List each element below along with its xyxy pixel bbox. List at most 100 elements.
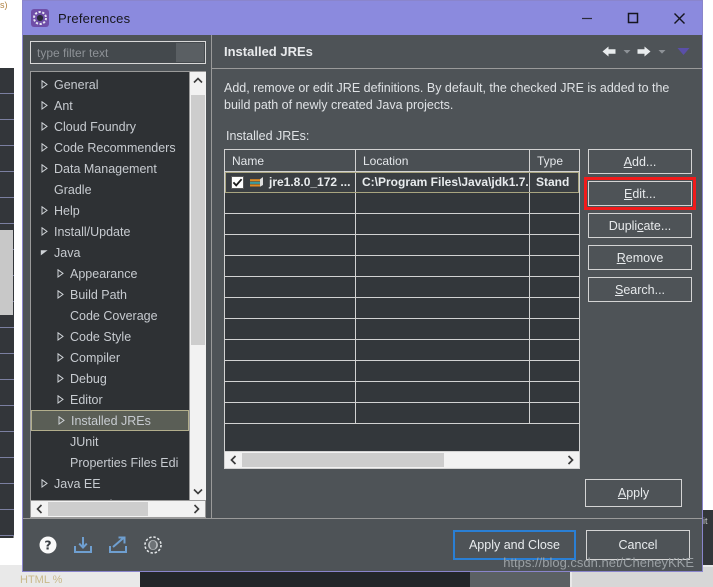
remove-button[interactable]: Remove xyxy=(588,245,692,270)
scroll-down-icon[interactable] xyxy=(189,483,206,500)
twisty-collapsed-icon[interactable] xyxy=(37,143,51,152)
twisty-collapsed-icon[interactable] xyxy=(37,227,51,236)
sidebar-item-installed-jres[interactable]: Installed JREs xyxy=(31,410,189,431)
forward-history-chevron-down-icon[interactable] xyxy=(656,42,667,62)
sidebar-item-label: Properties Files Edi xyxy=(70,455,179,470)
cell-location xyxy=(356,382,530,403)
tree-hscroll-track[interactable] xyxy=(48,501,188,517)
twisty-collapsed-icon[interactable] xyxy=(53,353,67,362)
bg-left-scrollbar xyxy=(0,230,13,315)
column-header-location[interactable]: Location xyxy=(356,150,530,172)
table-row-empty[interactable] xyxy=(225,382,579,403)
twisty-collapsed-icon[interactable] xyxy=(37,122,51,131)
table-row-empty[interactable] xyxy=(225,298,579,319)
sidebar-item-code-style[interactable]: Code Style xyxy=(31,326,189,347)
table-row-empty[interactable] xyxy=(225,193,579,214)
sidebar-item-general[interactable]: General xyxy=(31,74,189,95)
scroll-up-icon[interactable] xyxy=(189,72,206,89)
sidebar-item-data-management[interactable]: Data Management xyxy=(31,158,189,179)
scroll-left-icon[interactable] xyxy=(31,501,48,517)
twisty-collapsed-icon[interactable] xyxy=(53,374,67,383)
sidebar-item-appearance[interactable]: Appearance xyxy=(31,263,189,284)
twisty-collapsed-icon[interactable] xyxy=(37,479,51,488)
tree-hscroll-thumb[interactable] xyxy=(48,502,148,516)
table-scroll-right-icon[interactable] xyxy=(562,452,579,468)
sidebar-item-cloud-foundry[interactable]: Cloud Foundry xyxy=(31,116,189,137)
column-header-name[interactable]: Name xyxy=(225,150,356,172)
sidebar-item-build-path[interactable]: Build Path xyxy=(31,284,189,305)
twisty-collapsed-icon[interactable] xyxy=(54,416,68,425)
table-row[interactable]: jre1.8.0_172 ... C:\Program Files\Java\jd… xyxy=(225,172,579,193)
cell-location: C:\Program Files\Java\jdk1.7.0... xyxy=(356,172,530,193)
twisty-collapsed-icon[interactable] xyxy=(53,269,67,278)
row-checkbox[interactable] xyxy=(231,175,244,189)
sidebar-item-label: Install/Update xyxy=(54,224,131,239)
duplicate-button[interactable]: Duplicate... xyxy=(588,213,692,238)
tree-scroll-track[interactable] xyxy=(189,89,206,483)
minimize-button[interactable] xyxy=(564,1,610,35)
tree-vertical-scrollbar[interactable] xyxy=(189,72,206,500)
back-history-chevron-down-icon[interactable] xyxy=(621,42,632,62)
bg-bottom-tab-label: HTML % xyxy=(20,574,63,586)
close-button[interactable] xyxy=(656,1,702,35)
sidebar-item-help[interactable]: Help xyxy=(31,200,189,221)
twisty-collapsed-icon[interactable] xyxy=(37,164,51,173)
sidebar-item-junit[interactable]: JUnit xyxy=(31,431,189,452)
twisty-collapsed-icon[interactable] xyxy=(37,206,51,215)
apply-button[interactable]: Apply xyxy=(585,479,682,507)
sidebar-item-properties-files-edi[interactable]: Properties Files Edi xyxy=(31,452,189,473)
table-scroll-left-icon[interactable] xyxy=(225,452,242,468)
sidebar-item-java-persistence[interactable]: Java Persistence xyxy=(31,494,189,501)
twisty-collapsed-icon[interactable] xyxy=(53,290,67,299)
table-row-empty[interactable] xyxy=(225,361,579,382)
table-row-empty[interactable] xyxy=(225,403,579,424)
sidebar-item-java-ee[interactable]: Java EE xyxy=(31,473,189,494)
sidebar-item-ant[interactable]: Ant xyxy=(31,95,189,116)
sidebar-item-code-coverage[interactable]: Code Coverage xyxy=(31,305,189,326)
settings-tree[interactable]: General Ant Cloud Foundry Code Recommenders… xyxy=(31,72,189,500)
tree-horizontal-scrollbar[interactable] xyxy=(30,501,206,518)
table-row-empty[interactable] xyxy=(225,340,579,361)
import-icon[interactable] xyxy=(72,534,94,556)
arrow-left-icon[interactable] xyxy=(600,42,618,62)
add-button[interactable]: Add... xyxy=(588,149,692,174)
sidebar-item-editor[interactable]: Editor xyxy=(31,389,189,410)
sidebar-item-code-recommenders[interactable]: Code Recommenders xyxy=(31,137,189,158)
twisty-collapsed-icon[interactable] xyxy=(53,395,67,404)
apply-and-close-button[interactable]: Apply and Close xyxy=(452,530,576,560)
tree-scroll-thumb[interactable] xyxy=(190,95,205,345)
sidebar-item-gradle[interactable]: Gradle xyxy=(31,179,189,200)
table-hscroll-thumb[interactable] xyxy=(242,453,444,467)
maximize-button[interactable] xyxy=(610,1,656,35)
table-hscroll-track[interactable] xyxy=(242,452,562,468)
search-button[interactable]: Search... xyxy=(588,277,692,302)
twisty-collapsed-icon[interactable] xyxy=(53,332,67,341)
sidebar-item-java[interactable]: Java xyxy=(31,242,189,263)
table-row-empty[interactable] xyxy=(225,319,579,340)
edit-button[interactable]: Edit... xyxy=(584,177,696,210)
filter-box[interactable] xyxy=(30,41,206,64)
table-row-empty[interactable] xyxy=(225,277,579,298)
export-icon[interactable] xyxy=(107,534,129,556)
settings-gear-icon[interactable] xyxy=(142,534,164,556)
sidebar-item-compiler[interactable]: Compiler xyxy=(31,347,189,368)
table-horizontal-scrollbar[interactable] xyxy=(225,451,579,468)
twisty-collapsed-icon[interactable] xyxy=(37,101,51,110)
scroll-right-icon[interactable] xyxy=(188,501,205,517)
dropdown-arrow-icon[interactable] xyxy=(674,42,692,62)
column-header-type[interactable]: Type xyxy=(530,150,579,172)
help-icon[interactable]: ? xyxy=(37,534,59,556)
cancel-button[interactable]: Cancel xyxy=(586,530,690,560)
twisty-expanded-icon[interactable] xyxy=(37,248,51,257)
table-row-empty[interactable] xyxy=(225,256,579,277)
twisty-collapsed-icon[interactable] xyxy=(37,80,51,89)
search-input[interactable] xyxy=(31,42,173,63)
jre-table[interactable]: Name Location Type jre1.8.0_172 ... C:\Pr… xyxy=(224,149,580,469)
sidebar-item-debug[interactable]: Debug xyxy=(31,368,189,389)
table-row-empty[interactable] xyxy=(225,235,579,256)
edit-button-label: Edit... xyxy=(624,186,656,201)
table-row-empty[interactable] xyxy=(225,214,579,235)
arrow-right-icon[interactable] xyxy=(635,42,653,62)
table-rows[interactable]: jre1.8.0_172 ... C:\Program Files\Java\jd… xyxy=(225,172,579,451)
sidebar-item-install-update[interactable]: Install/Update xyxy=(31,221,189,242)
